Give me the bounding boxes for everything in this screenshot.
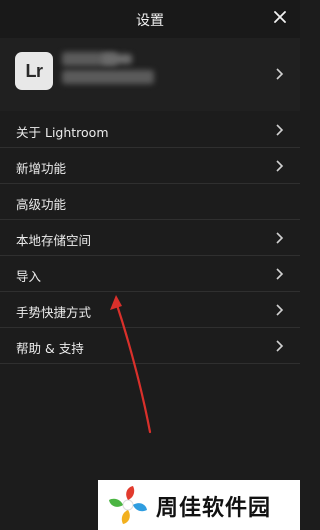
watermark-banner: 周佳软件园 [98, 480, 300, 530]
annotation-arrow [110, 295, 152, 434]
pinwheel-logo-icon [109, 486, 147, 524]
watermark-text: 周佳软件园 [156, 496, 272, 521]
